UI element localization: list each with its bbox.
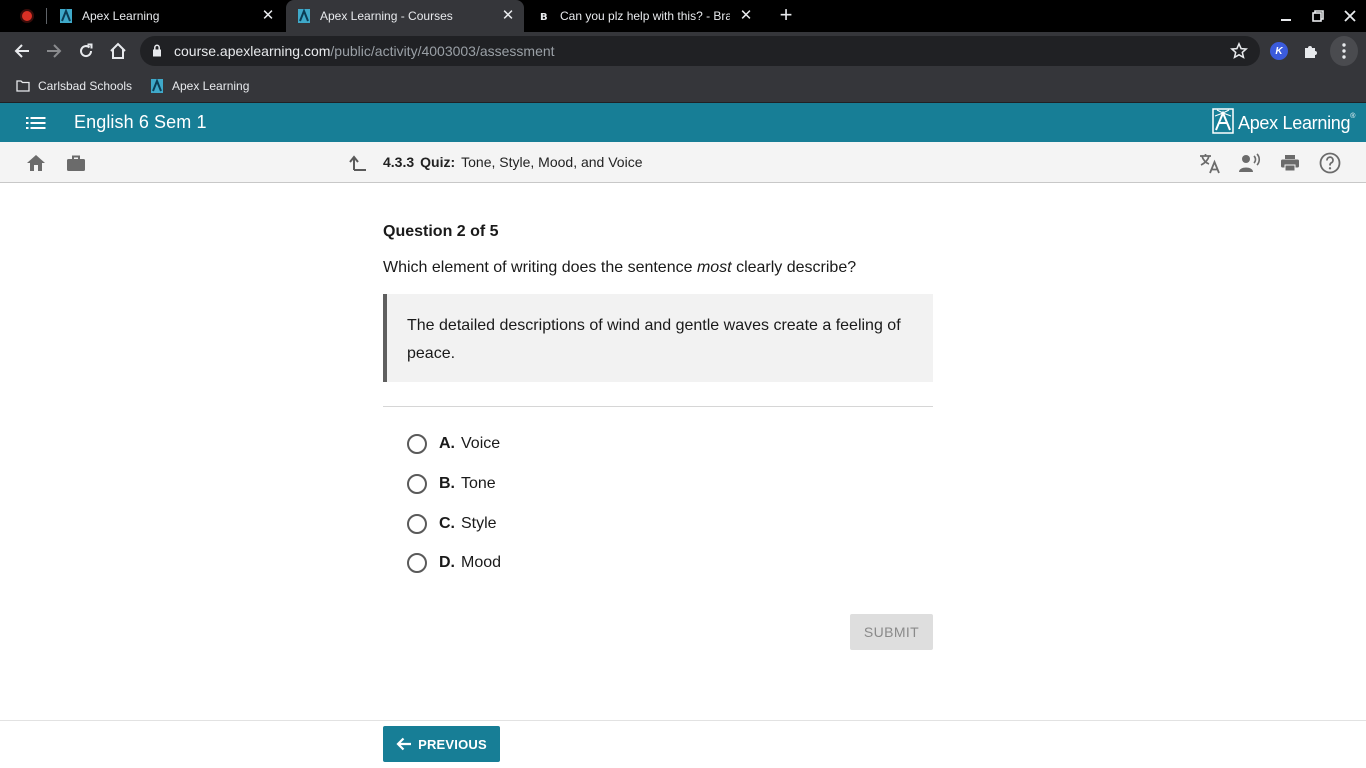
course-title: English 6 Sem 1 xyxy=(74,112,207,132)
tab-close-icon[interactable]: ✕ xyxy=(738,8,754,24)
back-arrow-icon xyxy=(396,737,412,751)
apex-favicon-icon xyxy=(150,78,164,94)
url-host: course.apexlearning.com xyxy=(174,43,331,59)
choice-text: Tone xyxy=(461,475,496,492)
address-bar[interactable]: course.apexlearning.com/public/activity/… xyxy=(140,36,1260,66)
browser-toolbar: course.apexlearning.com/public/activity/… xyxy=(0,32,1366,70)
apex-logo-text: Apex Learning® xyxy=(1238,113,1355,134)
print-icon[interactable] xyxy=(1279,152,1301,174)
choice-letter: A. xyxy=(439,435,455,452)
tab-separator xyxy=(46,8,47,24)
question-prompt: Which element of writing does the senten… xyxy=(383,259,856,277)
recording-indicator-icon xyxy=(20,9,34,23)
tab-apex-learning-courses[interactable]: Apex Learning - Courses ✕ xyxy=(286,0,524,32)
activity-type: Quiz: xyxy=(420,154,456,170)
close-window-icon[interactable] xyxy=(1334,0,1366,32)
previous-label: PREVIOUS xyxy=(418,736,487,752)
answer-choice-b[interactable]: B. Tone xyxy=(407,473,496,495)
choice-letter: C. xyxy=(439,515,455,532)
activity-number: 4.3.3 xyxy=(383,154,415,170)
radio-button[interactable] xyxy=(407,474,427,494)
apex-logo-word: Apex Learning xyxy=(1238,112,1351,133)
choice-text: Voice xyxy=(461,435,501,452)
apex-favicon-icon xyxy=(58,8,74,24)
svg-text:B: B xyxy=(540,12,548,22)
activity-title: Tone, Style, Mood, and Voice xyxy=(461,154,643,170)
home-icon[interactable] xyxy=(103,36,133,66)
previous-button[interactable]: PREVIOUS xyxy=(383,726,500,762)
bookmark-label: Apex Learning xyxy=(172,79,250,93)
choice-text: Style xyxy=(461,515,497,532)
activity-toolbar: 4.3.3 Quiz: Tone, Style, Mood, and Voice xyxy=(0,142,1366,183)
choice-letter: B. xyxy=(439,475,455,492)
radio-button[interactable] xyxy=(407,434,427,454)
tab-close-icon[interactable]: ✕ xyxy=(260,8,276,24)
question-counter: Question 2 of 5 xyxy=(383,223,499,240)
home-icon[interactable] xyxy=(25,152,47,174)
registered-mark: ® xyxy=(1350,112,1356,120)
menu-list-icon[interactable] xyxy=(26,115,46,131)
reload-icon[interactable] xyxy=(71,36,101,66)
new-tab-button[interactable]: + xyxy=(775,4,797,27)
prompt-emphasis: most xyxy=(696,259,732,276)
quoted-passage: The detailed descriptions of wind and ge… xyxy=(383,294,933,382)
back-arrow-icon[interactable] xyxy=(7,36,37,66)
forward-arrow-icon[interactable] xyxy=(39,36,69,66)
briefcase-icon[interactable] xyxy=(65,152,87,174)
extension-badge: K xyxy=(1270,42,1288,60)
url-path: /public/activity/4003003/assessment xyxy=(330,43,555,59)
help-icon[interactable] xyxy=(1319,152,1341,174)
tab-brainly[interactable]: B Can you plz help with this? - Brai ✕ xyxy=(526,0,762,32)
tab-title: Can you plz help with this? - Brai xyxy=(560,9,730,23)
divider xyxy=(383,406,933,407)
radio-button[interactable] xyxy=(407,514,427,534)
browser-menu-icon[interactable] xyxy=(1330,36,1358,66)
radio-button[interactable] xyxy=(407,553,427,573)
answer-choice-a[interactable]: A. Voice xyxy=(407,433,500,455)
bookmark-carlsbad-schools[interactable]: Carlsbad Schools xyxy=(16,76,132,96)
prompt-text-after: clearly describe? xyxy=(731,259,857,276)
tab-apex-learning[interactable]: Apex Learning ✕ xyxy=(48,0,284,32)
activity-heading: 4.3.3 Quiz: Tone, Style, Mood, and Voice xyxy=(383,154,642,170)
bookmark-star-icon[interactable] xyxy=(1229,41,1249,65)
apex-logo-icon xyxy=(1212,107,1234,139)
answer-choice-d[interactable]: D. Mood xyxy=(407,552,501,574)
submit-button[interactable]: SUBMIT xyxy=(850,614,933,650)
restore-window-icon[interactable] xyxy=(1302,0,1334,32)
bookmarks-bar: Carlsbad Schools Apex Learning xyxy=(0,70,1366,103)
up-arrow-icon[interactable] xyxy=(347,152,369,174)
translate-icon[interactable] xyxy=(1199,152,1221,174)
choice-letter: D. xyxy=(439,554,455,571)
text-to-speech-icon[interactable] xyxy=(1239,152,1261,174)
answer-choice-c[interactable]: C. Style xyxy=(407,513,497,535)
footer-divider xyxy=(0,720,1366,721)
folder-icon xyxy=(16,80,30,92)
tab-close-icon[interactable]: ✕ xyxy=(500,8,516,24)
brainly-favicon-icon: B xyxy=(536,8,552,24)
minimize-window-icon[interactable] xyxy=(1270,0,1302,32)
choice-text: Mood xyxy=(461,554,502,571)
lock-icon xyxy=(152,44,162,62)
extension-k-icon[interactable]: K xyxy=(1268,40,1290,62)
tab-title: Apex Learning xyxy=(82,9,160,23)
prompt-text-before: Which element of writing does the senten… xyxy=(383,259,697,276)
browser-tab-strip: Apex Learning ✕ Apex Learning - Courses … xyxy=(0,0,1366,32)
apex-learning-logo[interactable]: Apex Learning® xyxy=(1212,107,1355,139)
tab-title: Apex Learning - Courses xyxy=(320,9,453,23)
extensions-puzzle-icon[interactable] xyxy=(1300,40,1322,62)
bookmark-label: Carlsbad Schools xyxy=(38,79,133,93)
course-header: English 6 Sem 1 Apex Learning® xyxy=(0,103,1366,142)
url-text: course.apexlearning.com/public/activity/… xyxy=(174,43,555,59)
apex-favicon-icon xyxy=(296,8,312,24)
bookmark-apex-learning[interactable]: Apex Learning xyxy=(150,76,249,96)
